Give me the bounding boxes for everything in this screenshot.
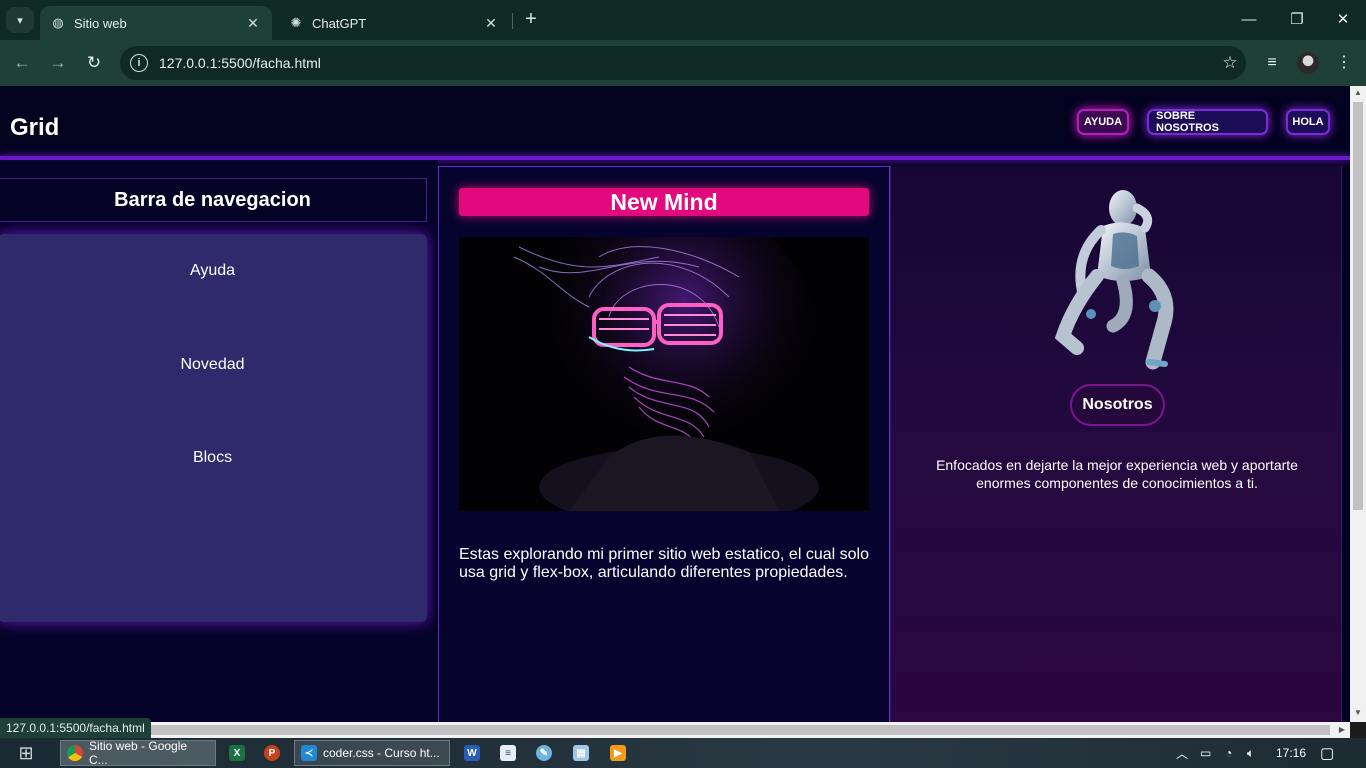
tab-chatgpt[interactable]: ✺ ChatGPT ✕ <box>278 6 510 40</box>
tab-sitio-web[interactable]: ◍ Sitio web ✕ <box>40 6 272 40</box>
header-link-ayuda[interactable]: AYUDA <box>1077 109 1129 135</box>
browser-tab-bar: ▾ ◍ Sitio web ✕ ✺ ChatGPT ✕ + — ❐ ✕ <box>0 0 1366 40</box>
scroll-down-icon[interactable]: ▼ <box>1350 706 1366 720</box>
media-player-icon[interactable]: ▶ <box>605 738 631 768</box>
link-status-bar: 127.0.0.1:5500/facha.html <box>0 718 151 738</box>
close-window-button[interactable]: ✕ <box>1320 8 1366 32</box>
taskbar-task-label: Sitio web - Google C... <box>89 739 188 767</box>
tray-chevron-icon[interactable]: ︿ <box>1176 738 1188 768</box>
address-bar[interactable]: i 127.0.0.1:5500/facha.html ☆ <box>120 46 1246 80</box>
excel-logo: X <box>229 745 245 761</box>
paint-icon[interactable]: ✎ <box>531 738 557 768</box>
taskbar-chrome-window[interactable]: Sitio web - Google C... <box>60 739 216 767</box>
close-icon[interactable]: ✕ <box>482 15 500 32</box>
tab-title: ChatGPT <box>312 15 367 31</box>
about-text: Enfocados en dejarte la mejor experienci… <box>936 457 1298 491</box>
about-section: Nosotros Enfocados en dejarte la mejor e… <box>890 166 1342 722</box>
word-icon[interactable]: W <box>459 738 485 768</box>
vertical-scroll-thumb[interactable] <box>1353 102 1363 510</box>
horizontal-scroll-thumb[interactable] <box>146 725 1330 735</box>
windows-taskbar: ⊞ Sitio web - Google C... X P ≺ coder.cs… <box>0 738 1366 768</box>
bookmark-star-icon[interactable]: ☆ <box>1214 53 1246 73</box>
new-tab-button[interactable]: + <box>520 9 542 31</box>
article-title: New Mind <box>459 188 869 216</box>
site-brand: Grid <box>10 114 60 141</box>
notes-icon[interactable]: ▤ <box>568 738 594 768</box>
wifi-icon[interactable]: ◔ <box>1225 738 1232 768</box>
sidebar: Barra de navegacion Ayuda Novedad Blocs <box>0 160 438 722</box>
taskbar-task-label: coder.css - Curso ht... <box>323 746 440 760</box>
notepad-icon[interactable]: ≡ <box>495 738 521 768</box>
sidebar-title: Barra de navegacion <box>0 178 427 222</box>
notepad-logo: ≡ <box>500 745 516 761</box>
tab-search-button[interactable]: ▾ <box>6 7 34 33</box>
hero-image <box>459 237 869 511</box>
profile-avatar[interactable] <box>1297 52 1319 74</box>
notes-logo: ▤ <box>573 745 589 761</box>
maximize-button[interactable]: ❐ <box>1274 8 1320 32</box>
menu-kebab-icon[interactable]: ⋮ <box>1332 51 1356 75</box>
tab-title: Sitio web <box>74 15 127 31</box>
sidebar-item-blocs[interactable]: Blocs <box>0 449 427 467</box>
reload-button[interactable]: ↻ <box>82 51 106 75</box>
main-article: New Mind Estas explorando mi primer siti… <box>438 166 890 722</box>
excel-icon[interactable]: X <box>224 738 250 768</box>
forward-button[interactable]: → <box>46 51 70 75</box>
tab-divider <box>512 13 513 29</box>
battery-icon[interactable]: ▭ <box>1200 738 1211 768</box>
browser-toolbar: ← → ↻ i 127.0.0.1:5500/facha.html ☆ ≡ ⋮ <box>0 40 1366 86</box>
media-player-logo: ▶ <box>610 745 626 761</box>
sidebar-item-novedad[interactable]: Novedad <box>0 356 427 374</box>
site-header: Grid AYUDA SOBRE NOSOTROS HOLA <box>0 86 1350 156</box>
nosotros-button[interactable]: Nosotros <box>1070 384 1165 426</box>
header-link-sobre-nosotros[interactable]: SOBRE NOSOTROS <box>1147 109 1268 135</box>
article-text: Estas explorando mi primer sitio web est… <box>459 546 869 581</box>
url-text[interactable]: 127.0.0.1:5500/facha.html <box>159 55 1214 71</box>
sidebar-panel: Ayuda Novedad Blocs <box>0 234 427 622</box>
page-viewport: Grid AYUDA SOBRE NOSOTROS HOLA Barra de … <box>0 86 1350 722</box>
horizontal-scrollbar[interactable]: ▶ <box>0 722 1350 738</box>
media-control-icon[interactable]: ≡ <box>1260 51 1284 75</box>
task-view-icon[interactable]: ⊞ <box>14 738 38 768</box>
word-logo: W <box>464 745 480 761</box>
scroll-up-icon[interactable]: ▲ <box>1350 86 1366 100</box>
volume-icon[interactable]: 🔈︎ <box>1247 738 1254 768</box>
taskbar-vscode-window[interactable]: ≺ coder.css - Curso ht... <box>294 740 450 766</box>
chatgpt-icon: ✺ <box>290 15 302 30</box>
sidebar-item-ayuda[interactable]: Ayuda <box>0 262 427 280</box>
powerpoint-icon[interactable]: P <box>259 738 285 768</box>
scroll-right-icon[interactable]: ▶ <box>1334 722 1350 738</box>
globe-icon: ◍ <box>52 15 64 30</box>
chrome-icon <box>67 745 83 761</box>
vscode-icon: ≺ <box>301 745 317 761</box>
minimize-button[interactable]: — <box>1226 8 1272 32</box>
notifications-icon[interactable]: ▢ <box>1320 738 1334 768</box>
powerpoint-logo: P <box>264 745 280 761</box>
clock-time[interactable]: 17:16 <box>1276 738 1306 768</box>
header-link-hola[interactable]: HOLA <box>1286 109 1330 135</box>
vertical-scrollbar[interactable]: ▲ ▼ <box>1350 86 1366 722</box>
paint-logo: ✎ <box>536 745 552 761</box>
back-button[interactable]: ← <box>10 51 34 75</box>
robot-illustration <box>1053 186 1179 370</box>
site-info-icon[interactable]: i <box>130 54 148 72</box>
close-icon[interactable]: ✕ <box>244 15 262 32</box>
